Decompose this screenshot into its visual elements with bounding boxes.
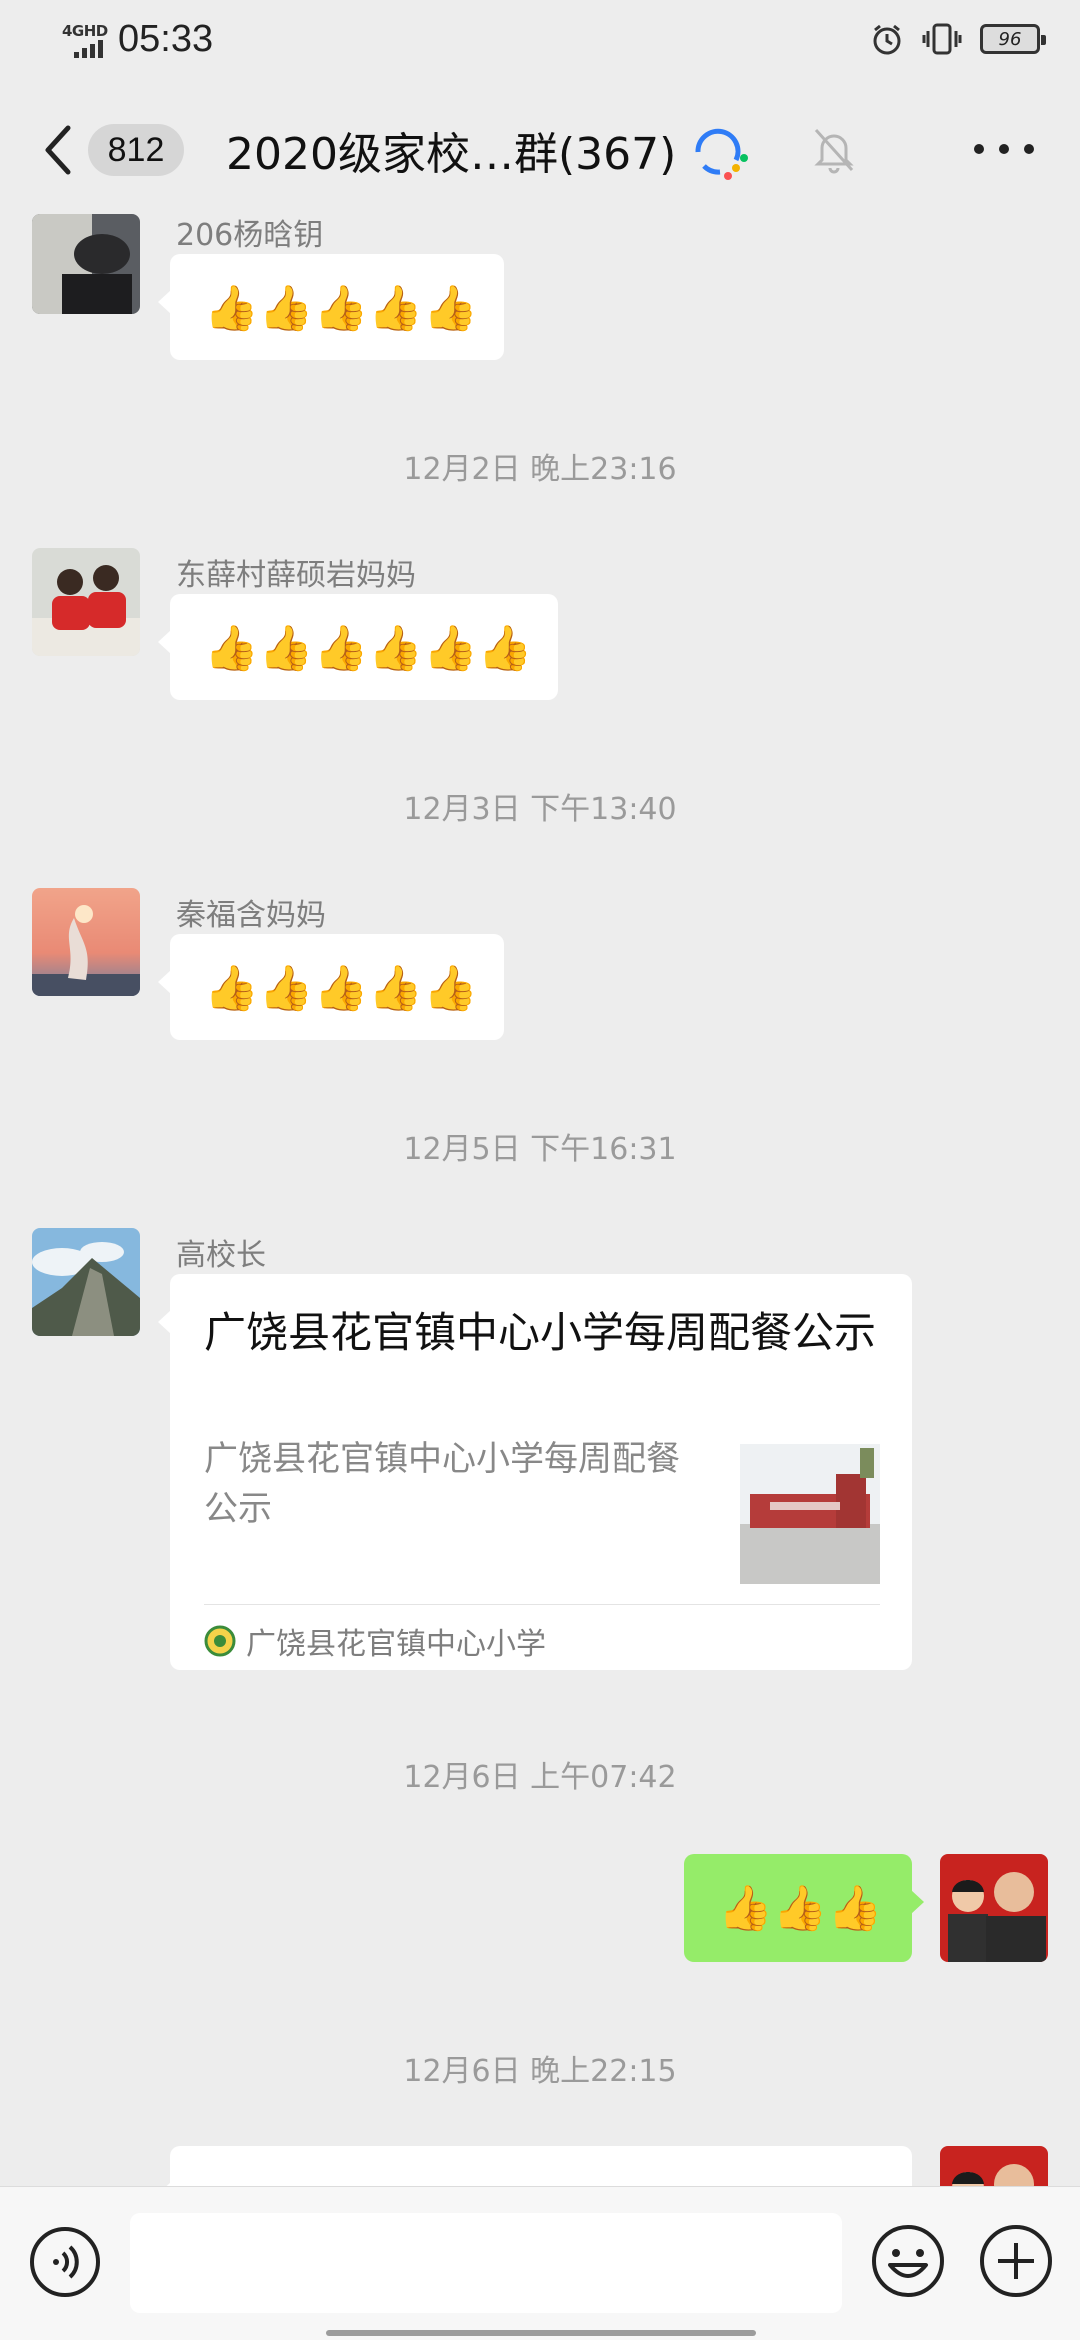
avatar[interactable] [32, 548, 140, 656]
sender-name: 高校长 [176, 1238, 266, 1273]
message-bubble[interactable] [158, 2146, 912, 2186]
smile-icon[interactable] [870, 2223, 946, 2299]
timestamp: 12月5日 下午16:31 [403, 1132, 677, 1167]
back-icon[interactable] [40, 124, 76, 176]
battery-indicator: 96 [980, 24, 1046, 54]
mute-bell-icon [814, 128, 854, 174]
input-bar [0, 2186, 1080, 2340]
chat-area[interactable]: 206杨晗钥 👍👍👍👍👍 12月2日 晚上23:16 东薛村薛硕岩妈妈 👍👍👍👍… [0, 214, 1080, 2186]
message-text: 👍👍👍👍👍 [204, 963, 478, 1014]
link-card-thumbnail [740, 1444, 880, 1584]
message-input[interactable] [130, 2213, 842, 2313]
chat-title: 2020级家校…群(367) [226, 129, 677, 180]
avatar[interactable] [32, 214, 140, 314]
school-logo-icon [204, 1625, 236, 1657]
avatar-own[interactable] [940, 2146, 1048, 2186]
avatar[interactable] [32, 1228, 140, 1336]
plus-icon[interactable] [978, 2223, 1054, 2299]
alarm-icon [873, 24, 901, 55]
message-bubble[interactable]: 👍👍👍👍👍 [158, 254, 504, 360]
message-text: 👍👍👍👍👍👍 [204, 623, 533, 674]
message-bubble-own[interactable]: 👍👍👍 [684, 1854, 924, 1962]
link-card-source-name: 广饶县花官镇中心小学 [246, 1627, 546, 1662]
link-card-title: 广饶县花官镇中心小学每周配餐公示 [204, 1308, 877, 1357]
link-card[interactable]: 广饶县花官镇中心小学每周配餐公示 广饶县花官镇中心小学每周配餐公示 广饶县花官镇… [158, 1274, 912, 1670]
unread-count-badge[interactable]: 812 [88, 124, 184, 176]
status-bar: 4GHD 05:33 96 [0, 0, 1080, 84]
message-bubble[interactable]: 👍👍👍👍👍👍 [158, 594, 558, 700]
sender-name: 秦福含妈妈 [176, 898, 326, 933]
signal-icon: 4GHD [62, 20, 112, 60]
avatar[interactable] [32, 888, 140, 996]
voice-icon[interactable] [28, 2225, 102, 2299]
clock: 05:33 [118, 18, 214, 60]
more-icon[interactable] [974, 144, 1034, 158]
timestamp: 12月3日 下午13:40 [403, 792, 677, 827]
link-card-source: 广饶县花官镇中心小学 [204, 1619, 546, 1663]
vibrate-icon [922, 23, 962, 55]
network-type: 4GHD [62, 21, 108, 40]
battery-level: 96 [998, 28, 1022, 50]
divider [204, 1604, 880, 1605]
home-indicator[interactable] [326, 2330, 756, 2336]
timestamp: 12月6日 上午07:42 [403, 1760, 677, 1795]
timestamp: 12月6日 晚上22:15 [403, 2054, 677, 2089]
message-text: 👍👍👍👍👍 [204, 283, 478, 334]
group-tag-icon[interactable] [690, 124, 750, 180]
sender-name: 206杨晗钥 [176, 218, 324, 253]
message-text: 👍👍👍 [718, 1883, 883, 1934]
timestamp: 12月2日 晚上23:16 [403, 452, 677, 487]
chat-header: 812 2020级家校…群(367) [0, 84, 1080, 214]
message-bubble[interactable]: 👍👍👍👍👍 [158, 934, 504, 1040]
avatar-own[interactable] [940, 1854, 1048, 1962]
link-card-description: 广饶县花官镇中心小学每周配餐公示 [204, 1439, 680, 1529]
sender-name: 东薛村薛硕岩妈妈 [176, 558, 416, 593]
